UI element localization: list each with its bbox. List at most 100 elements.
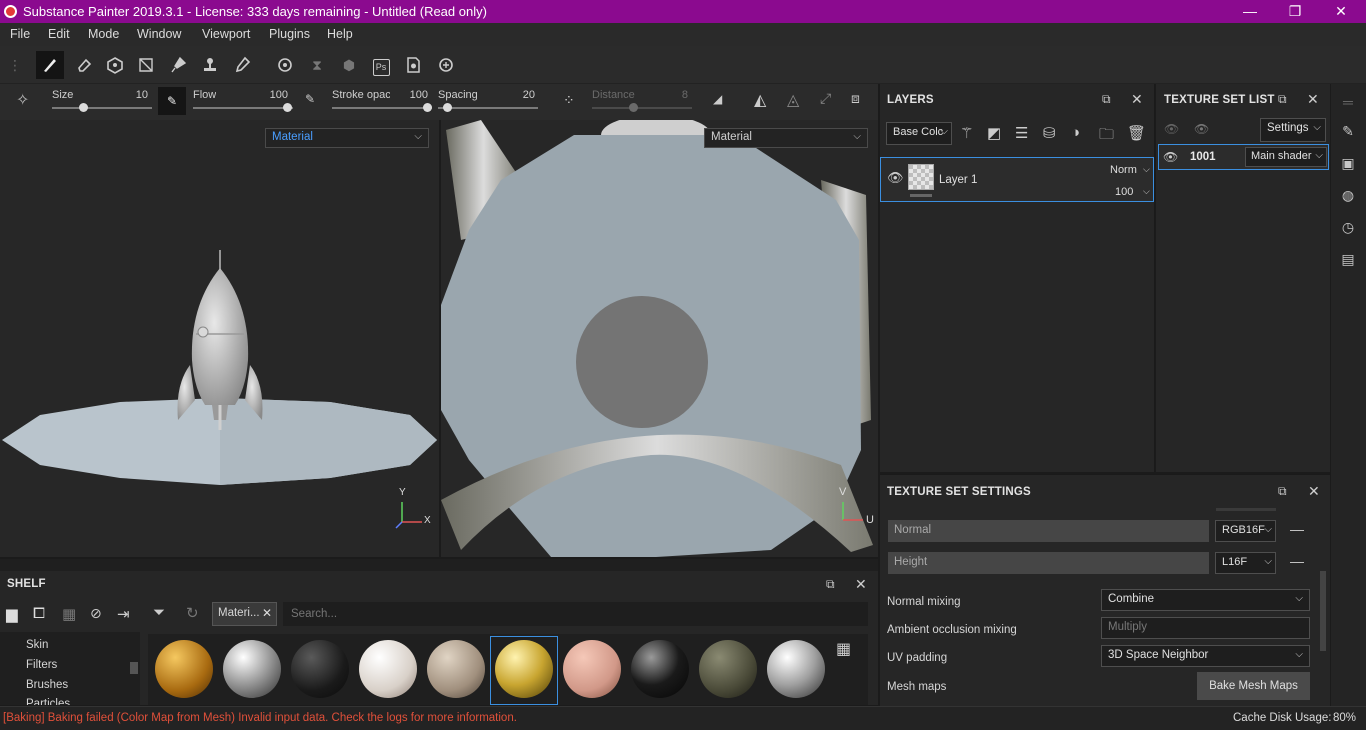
spacing-value[interactable]: 20 xyxy=(505,89,535,101)
channel-select[interactable]: Base Colc ⌵ xyxy=(886,122,952,145)
clone-stamp-icon[interactable] xyxy=(196,51,224,79)
layer-name[interactable]: Layer 1 xyxy=(939,174,977,186)
transform-icon[interactable]: ⤢ xyxy=(820,90,831,107)
stroke-opacity-value[interactable]: 100 xyxy=(398,89,428,101)
menu-mode[interactable]: Mode xyxy=(88,27,119,41)
paint-brush-icon[interactable] xyxy=(36,51,64,79)
material-thumbnail[interactable] xyxy=(495,640,553,698)
properties-brush-icon[interactable]: ✎ xyxy=(1338,123,1358,143)
menu-edit[interactable]: Edit xyxy=(48,27,70,41)
flow-slider[interactable] xyxy=(193,107,293,109)
layer-opacity-value[interactable]: 100 xyxy=(1115,186,1133,198)
log-icon[interactable]: ▤ xyxy=(1338,251,1358,271)
add-fill-layer-icon[interactable]: ⛁ xyxy=(1043,124,1056,142)
new-item-icon[interactable]: ⧠ xyxy=(33,605,45,622)
spacing-slider-handle[interactable] xyxy=(443,103,452,112)
material-thumbnail[interactable] xyxy=(427,640,485,698)
smudge-icon[interactable] xyxy=(164,51,192,79)
close-panel-icon[interactable]: ✕ xyxy=(855,576,867,593)
projection-icon[interactable] xyxy=(101,51,129,79)
texture-set-settings-button[interactable]: Settings ⌵ xyxy=(1260,118,1326,142)
material-thumbnail[interactable] xyxy=(631,640,689,698)
reset-filter-icon[interactable]: ↻ xyxy=(186,604,199,622)
hourglass-icon[interactable]: ⧗ xyxy=(303,51,331,79)
lazy-mouse-icon[interactable]: ⁘ xyxy=(563,92,575,109)
filter-icon[interactable]: ⏷ xyxy=(153,604,165,621)
menu-window[interactable]: Window xyxy=(137,27,181,41)
bake-mesh-maps-button[interactable]: Bake Mesh Maps xyxy=(1197,672,1310,700)
show-all-icon[interactable]: 👁 xyxy=(1194,122,1209,136)
photoshop-export-icon[interactable]: Ps xyxy=(367,51,395,79)
height-format-select[interactable]: L16F ⌵ xyxy=(1215,552,1276,574)
eraser-icon[interactable] xyxy=(70,51,98,79)
normal-mixing-select[interactable]: Combine ⌵ xyxy=(1101,589,1310,611)
category-particles[interactable]: Particles xyxy=(26,698,70,705)
flow-value[interactable]: 100 xyxy=(258,89,288,101)
layer-row[interactable]: 👁 Layer 1 Norm ⌵ 100 ⌵ xyxy=(880,157,1154,202)
menu-viewport[interactable]: Viewport xyxy=(202,27,250,41)
status-error-message[interactable]: [Baking] Baking failed (Color Map from M… xyxy=(3,712,517,724)
close-window-button[interactable]: ✕ xyxy=(1318,0,1364,23)
float-panel-icon[interactable]: ⧉ xyxy=(1278,92,1287,107)
iray-icon[interactable]: ⬢ xyxy=(335,51,363,79)
size-value[interactable]: 10 xyxy=(118,89,148,101)
panel-splitter[interactable] xyxy=(0,559,878,571)
float-panel-icon[interactable]: ⧉ xyxy=(1278,484,1287,499)
magic-wand-icon[interactable]: ⚚ xyxy=(960,124,973,142)
hide-all-icon[interactable]: 👁 xyxy=(1164,122,1179,136)
size-slider[interactable] xyxy=(52,107,152,109)
folder-icon[interactable]: ▆ xyxy=(6,605,18,623)
stroke-brush-icon[interactable]: ✎ xyxy=(305,92,315,106)
normal-format-select[interactable]: RGB16F ⌵ xyxy=(1215,520,1276,542)
filter-tag[interactable]: Materi... ✕ xyxy=(212,602,277,626)
material-thumbnail[interactable] xyxy=(155,640,213,698)
substance-share-icon[interactable] xyxy=(432,51,460,79)
category-filters[interactable]: Filters xyxy=(26,659,57,671)
material-thumbnail[interactable] xyxy=(291,640,349,698)
add-layer-icon[interactable]: ☰ xyxy=(1015,124,1028,142)
hide-icon[interactable]: ⊘ xyxy=(90,605,102,622)
category-skin[interactable]: Skin xyxy=(26,639,48,651)
material-thumbnail[interactable] xyxy=(563,640,621,698)
close-panel-icon[interactable]: ✕ xyxy=(1308,483,1320,500)
viewport-3d[interactable]: Material ⌵ Y X xyxy=(0,120,439,557)
blend-mode-value[interactable]: Norm xyxy=(1110,164,1137,176)
grid-view-icon[interactable]: ▦ xyxy=(836,639,851,659)
display-settings-icon[interactable]: ▣ xyxy=(1338,155,1358,175)
history-icon[interactable]: ◷ xyxy=(1338,219,1358,239)
minimize-button[interactable]: — xyxy=(1227,0,1273,23)
uv-padding-select[interactable]: 3D Space Neighbor ⌵ xyxy=(1101,645,1310,667)
polygon-fill-icon[interactable] xyxy=(132,51,160,79)
category-brushes[interactable]: Brushes xyxy=(26,679,68,691)
viewport-3d-mode-select[interactable]: Material ⌵ xyxy=(265,128,429,148)
viewport-2d-mode-select[interactable]: Material ⌵ xyxy=(704,128,868,148)
menu-plugins[interactable]: Plugins xyxy=(269,27,310,41)
delete-layer-icon[interactable]: 🗑 xyxy=(1127,124,1146,142)
material-thumbnail[interactable] xyxy=(223,640,281,698)
close-panel-icon[interactable]: ✕ xyxy=(1307,91,1319,108)
color-picker-icon[interactable] xyxy=(228,51,256,79)
material-thumbnail[interactable] xyxy=(767,640,825,698)
save-icon[interactable]: ▦ xyxy=(62,605,76,623)
remove-normal-channel-button[interactable]: — xyxy=(1290,521,1304,537)
bake-icon[interactable] xyxy=(271,51,299,79)
material-thumbnail[interactable] xyxy=(699,640,757,698)
viewport-2d[interactable]: Material ⌵ V U xyxy=(441,120,878,557)
stroke-opacity-slider-handle[interactable] xyxy=(423,103,432,112)
menu-file[interactable]: File xyxy=(10,27,30,41)
import-icon[interactable]: ⇥ xyxy=(117,605,130,623)
size-slider-handle[interactable] xyxy=(79,103,88,112)
category-scrollbar[interactable] xyxy=(130,662,138,674)
close-panel-icon[interactable]: ✕ xyxy=(1131,91,1143,108)
add-folder-icon[interactable]: 🗀 xyxy=(1099,124,1114,149)
remove-filter-icon[interactable]: ✕ xyxy=(262,606,272,620)
symmetry-star-icon[interactable]: ✧ xyxy=(16,90,38,112)
remove-height-channel-button[interactable]: — xyxy=(1290,553,1304,569)
export-icon[interactable] xyxy=(399,51,427,79)
pressure-icon[interactable]: ◢ xyxy=(713,92,722,106)
shelf-search-input[interactable] xyxy=(283,602,868,626)
add-effect-icon[interactable]: ◑ xyxy=(1071,124,1080,141)
symmetry-icon[interactable]: ◬ xyxy=(787,90,799,110)
alpha-brush-icon[interactable]: ✎ xyxy=(158,87,186,115)
mirror-axis-icon[interactable]: ⧈ xyxy=(851,90,860,107)
